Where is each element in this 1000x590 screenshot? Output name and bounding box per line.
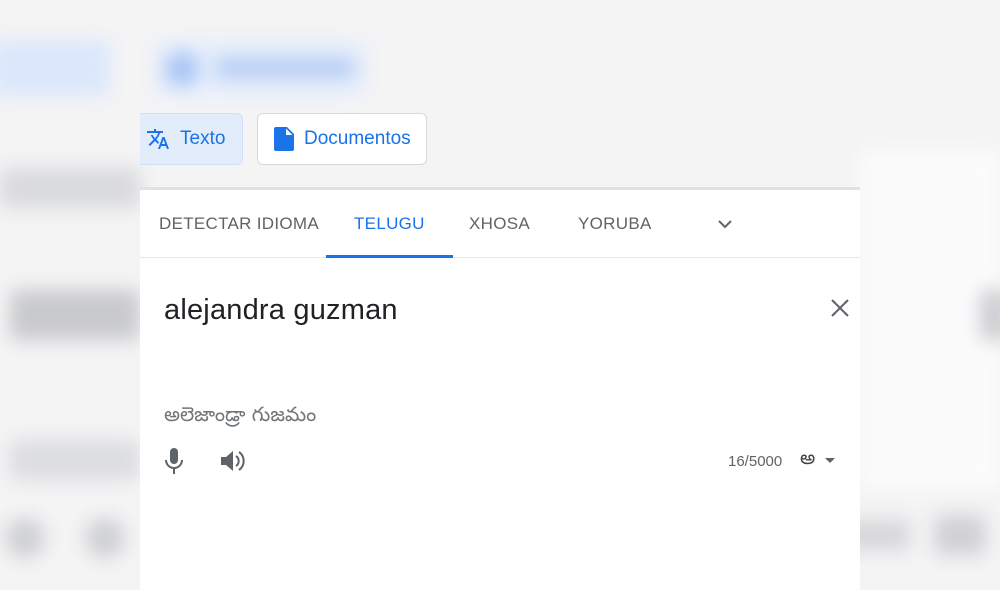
blurred-ime-button [935, 515, 985, 555]
lang-tab-yoruba[interactable]: YORUBA [578, 190, 652, 258]
blurred-language-bar [0, 168, 140, 208]
text-mode-tab[interactable]: Texto [140, 113, 243, 165]
mode-tabs: Texto Documentos [140, 95, 860, 187]
blurred-transliteration [10, 440, 140, 480]
lang-tab-telugu[interactable]: TELUGU [326, 190, 453, 258]
documents-mode-label: Documentos [304, 128, 411, 149]
transliteration-text: అలెజాండ్రా గుజమం [164, 402, 317, 426]
speaker-icon[interactable] [218, 447, 246, 475]
documents-mode-tab[interactable]: Documentos [257, 113, 427, 165]
ime-symbol: అ [800, 446, 816, 469]
text-mode-label: Texto [180, 128, 226, 149]
microphone-icon[interactable] [162, 446, 186, 476]
language-bar: DETECTAR IDIOMA TELUGU XHOSA YORUBA [140, 190, 860, 258]
translator-panel: Texto Documentos DETECTAR IDIOMA TELUGU … [140, 95, 860, 590]
blurred-text-tab [0, 40, 110, 96]
blurred-source-text [10, 290, 140, 340]
lang-tab-xhosa[interactable]: XHOSA [469, 190, 530, 258]
blurred-output-panel [860, 150, 1000, 490]
translate-icon [146, 127, 170, 151]
blurred-documents-label [215, 58, 355, 78]
caret-down-icon [825, 457, 836, 463]
blurred-speaker-icon [85, 518, 125, 558]
lang-tab-detect[interactable]: DETECTAR IDIOMA [159, 190, 319, 258]
character-counter: 16/5000 [728, 453, 783, 470]
source-card: DETECTAR IDIOMA TELUGU XHOSA YORUBA alej… [140, 187, 860, 590]
chevron-down-icon[interactable] [713, 212, 737, 236]
input-tools-button[interactable]: అ [800, 446, 836, 474]
blurred-document-icon [165, 52, 199, 86]
blurred-microphone-icon [5, 518, 45, 558]
document-icon [274, 127, 294, 151]
close-icon[interactable] [829, 297, 851, 319]
blurred-clear-icon [980, 290, 1000, 340]
source-text-input[interactable]: alejandra guzman [164, 294, 398, 327]
